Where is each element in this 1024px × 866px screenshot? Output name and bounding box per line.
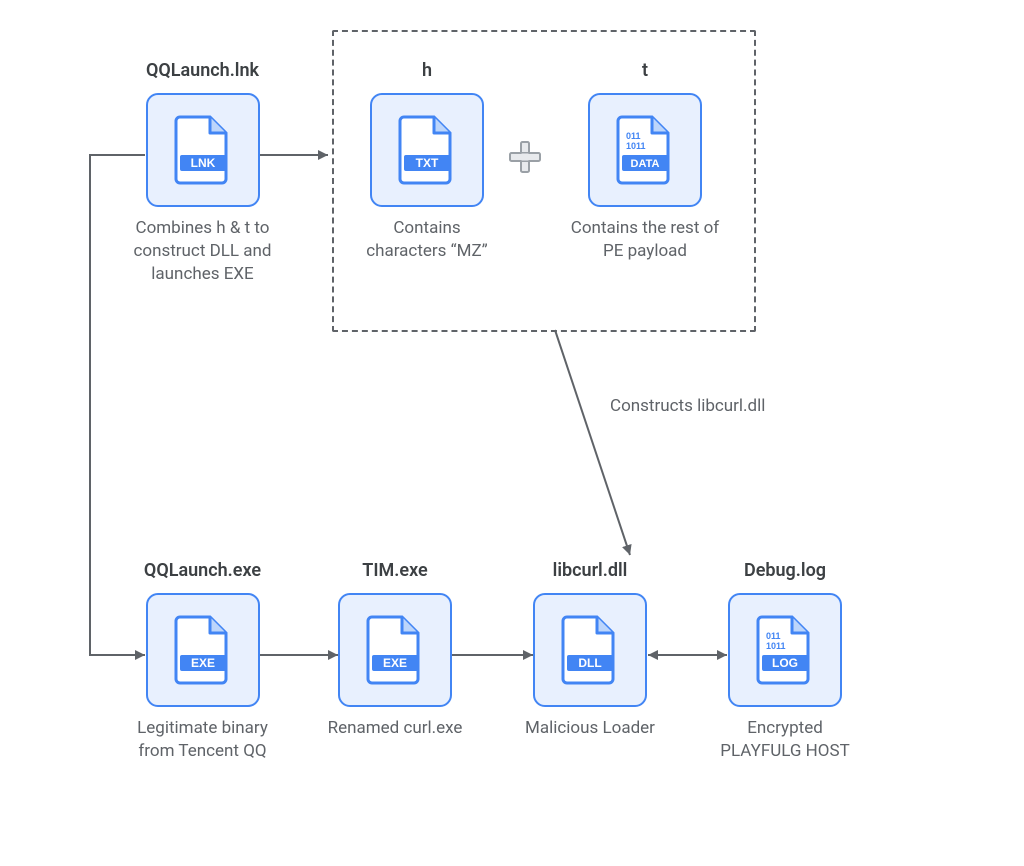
svg-text:011: 011: [626, 131, 641, 141]
file-h-icon-box: TXT: [370, 93, 484, 207]
file-lnk-icon-box: LNK: [146, 93, 260, 207]
svg-text:011: 011: [766, 631, 781, 641]
node-lnk-desc: Combines h & t to construct DLL and laun…: [120, 217, 285, 286]
node-qqexe: QQLaunch.exe EXE Legitimate binary from …: [120, 560, 285, 763]
node-t-desc: Contains the rest of PE payload: [560, 217, 730, 263]
constructs-label: Constructs libcurl.dll: [610, 395, 830, 418]
file-icon-log: 011 1011 LOG: [756, 615, 814, 685]
file-icon-lnk: LNK: [174, 115, 232, 185]
file-icon-data: 011 1011 DATA: [616, 115, 674, 185]
svg-text:EXE: EXE: [383, 656, 407, 670]
svg-text:LNK: LNK: [190, 156, 215, 170]
file-qqexe-icon-box: EXE: [146, 593, 260, 707]
file-t-icon-box: 011 1011 DATA: [588, 93, 702, 207]
file-icon-dll: DLL: [561, 615, 619, 685]
svg-text:LOG: LOG: [772, 656, 798, 670]
node-dll-desc: Malicious Loader: [510, 717, 670, 740]
node-h-desc: Contains characters “MZ”: [352, 217, 502, 263]
node-h-title: h: [352, 60, 502, 81]
node-log: Debug.log 011 1011 LOG Encrypted PLAYFUL…: [705, 560, 865, 763]
node-tim-title: TIM.exe: [315, 560, 475, 581]
file-tim-icon-box: EXE: [338, 593, 452, 707]
svg-text:TXT: TXT: [416, 156, 439, 170]
node-dll: libcurl.dll DLL Malicious Loader: [510, 560, 670, 740]
svg-text:DLL: DLL: [578, 656, 601, 670]
svg-text:EXE: EXE: [190, 656, 214, 670]
file-log-icon-box: 011 1011 LOG: [728, 593, 842, 707]
file-dll-icon-box: DLL: [533, 593, 647, 707]
svg-text:DATA: DATA: [631, 158, 660, 170]
node-qqexe-desc: Legitimate binary from Tencent QQ: [120, 717, 285, 763]
svg-text:1011: 1011: [626, 141, 646, 151]
file-icon-exe: EXE: [174, 615, 232, 685]
node-h: h TXT Contains characters “MZ”: [352, 60, 502, 263]
node-t-title: t: [560, 60, 730, 81]
node-tim: TIM.exe EXE Renamed curl.exe: [315, 560, 475, 740]
node-t: t 011 1011 DATA Contains the rest of PE …: [560, 60, 730, 263]
node-dll-title: libcurl.dll: [510, 560, 670, 581]
svg-text:1011: 1011: [766, 641, 786, 651]
node-log-desc: Encrypted PLAYFULG HOST: [705, 717, 865, 763]
node-lnk-title: QQLaunch.lnk: [120, 60, 285, 81]
node-qqexe-title: QQLaunch.exe: [120, 560, 285, 581]
file-icon-txt: TXT: [398, 115, 456, 185]
node-lnk: QQLaunch.lnk LNK Combines h & t to const…: [120, 60, 285, 286]
node-log-title: Debug.log: [705, 560, 865, 581]
node-tim-desc: Renamed curl.exe: [315, 717, 475, 740]
file-icon-exe: EXE: [366, 615, 424, 685]
plus-icon: [508, 140, 542, 174]
